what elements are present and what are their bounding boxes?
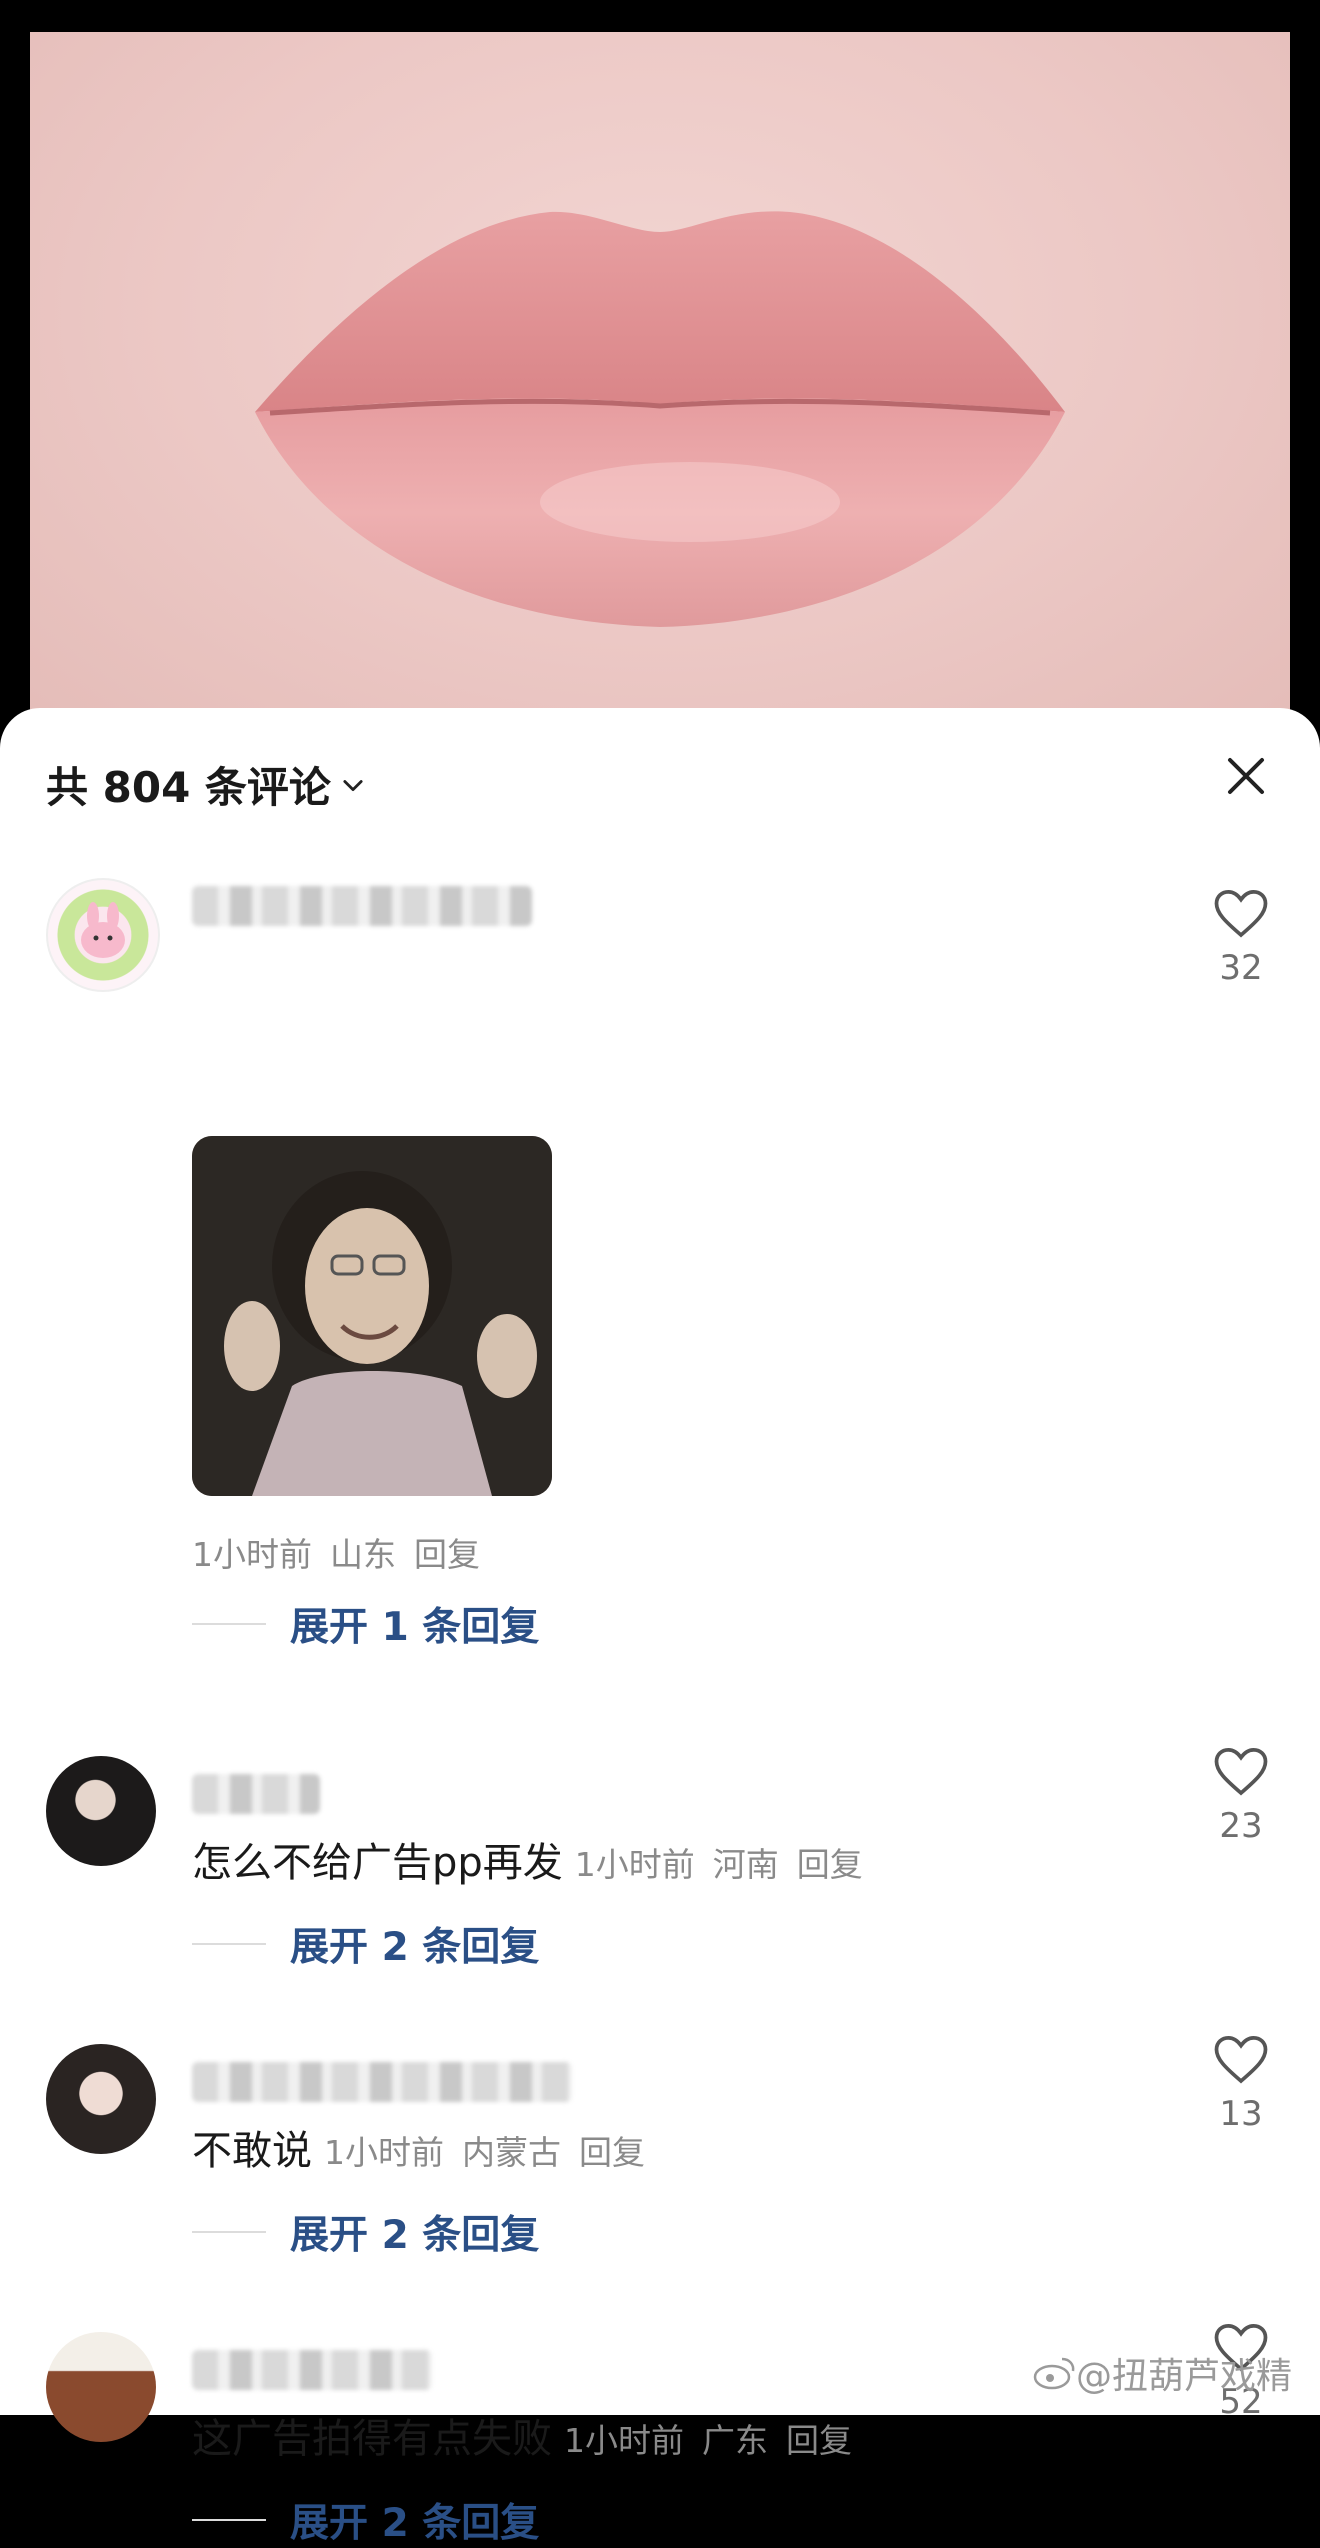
close-icon[interactable]	[1218, 748, 1274, 804]
expand-replies-label: 展开 2 条回复	[290, 2213, 540, 2258]
comment-time: 1小时前	[192, 1535, 312, 1574]
like-button[interactable]: 32	[1200, 888, 1282, 988]
comment-meta: 1小时前 山东 回复	[192, 1528, 498, 1576]
expand-replies-label: 展开 2 条回复	[290, 1925, 540, 1970]
expand-replies-label: 展开 1 条回复	[290, 1605, 540, 1650]
lips-image	[255, 211, 1065, 627]
heart-icon	[1214, 1747, 1268, 1796]
comment-meme-image[interactable]	[192, 1136, 552, 1496]
comment-sheet: 共 804 条评论 1小时前 山东 回复 展开 1 条回复 32 怎么不给广告p…	[0, 708, 1320, 2546]
reply-button[interactable]: 回复	[579, 2133, 645, 2172]
comment-count-header[interactable]: 共 804 条评论	[46, 754, 367, 815]
comment-meta: 1小时前 广东 回复	[564, 2414, 870, 2462]
avatar[interactable]	[46, 1756, 156, 1866]
heart-icon	[1214, 2035, 1268, 2084]
like-button[interactable]: 13	[1200, 2034, 1282, 2134]
avatar[interactable]	[46, 2044, 156, 2154]
expand-divider	[192, 1623, 266, 1625]
comment-time: 1小时前	[564, 2421, 684, 2460]
video-area[interactable]	[0, 0, 1320, 760]
watermark: @扭葫芦戏精	[1032, 2347, 1292, 2399]
reply-button[interactable]: 回复	[797, 1845, 863, 1884]
weibo-icon	[1033, 2357, 1075, 2390]
comment-count-title: 共 804 条评论	[46, 763, 331, 812]
username-blurred[interactable]	[192, 886, 532, 926]
avatar[interactable]	[46, 878, 160, 992]
chevron-down-icon	[343, 779, 363, 791]
comment-body: 怎么不给广告pp再发 1小时前 河南 回复	[192, 1830, 881, 1888]
expand-divider	[192, 2519, 266, 2521]
comment-meta: 1小时前 河南 回复	[575, 1838, 881, 1886]
expand-replies[interactable]: 展开 2 条回复	[192, 1916, 539, 1972]
comment-location: 广东	[702, 2421, 768, 2460]
comment-location: 河南	[712, 1845, 779, 1884]
like-count: 23	[1219, 1806, 1263, 1846]
comment-text: 怎么不给广告pp再发	[192, 1840, 563, 1886]
username-blurred[interactable]	[192, 2062, 572, 2102]
comment-time: 1小时前	[574, 1845, 695, 1884]
username-blurred[interactable]	[192, 2350, 432, 2390]
meme-face-image	[192, 1136, 552, 1496]
comment-location: 内蒙古	[462, 2133, 561, 2172]
video-thumbnail	[30, 32, 1290, 732]
like-button[interactable]: 23	[1200, 1746, 1282, 1846]
like-count: 13	[1219, 2094, 1263, 2134]
comment-meta: 1小时前 内蒙古 回复	[324, 2126, 663, 2174]
reply-button[interactable]: 回复	[786, 2421, 852, 2460]
expand-replies[interactable]: 展开 1 条回复	[192, 1596, 539, 1652]
expand-replies-label: 展开 2 条回复	[290, 2501, 540, 2546]
heart-icon	[1214, 889, 1268, 938]
expand-replies[interactable]: 展开 2 条回复	[192, 2492, 539, 2548]
like-count: 32	[1219, 948, 1263, 988]
bunny-avatar-icon	[81, 902, 125, 958]
expand-replies[interactable]: 展开 2 条回复	[192, 2204, 539, 2260]
reply-button[interactable]: 回复	[414, 1535, 480, 1574]
expand-divider	[192, 2231, 266, 2233]
watermark-text: @扭葫芦戏精	[1075, 2356, 1292, 2397]
comment-body: 不敢说 1小时前 内蒙古 回复	[192, 2118, 663, 2176]
comment-time: 1小时前	[324, 2133, 444, 2172]
comment-text: 不敢说	[192, 2128, 312, 2174]
username-blurred[interactable]	[192, 1774, 320, 1814]
expand-divider	[192, 1943, 266, 1945]
avatar[interactable]	[46, 2332, 156, 2442]
comment-location: 山东	[330, 1535, 396, 1574]
